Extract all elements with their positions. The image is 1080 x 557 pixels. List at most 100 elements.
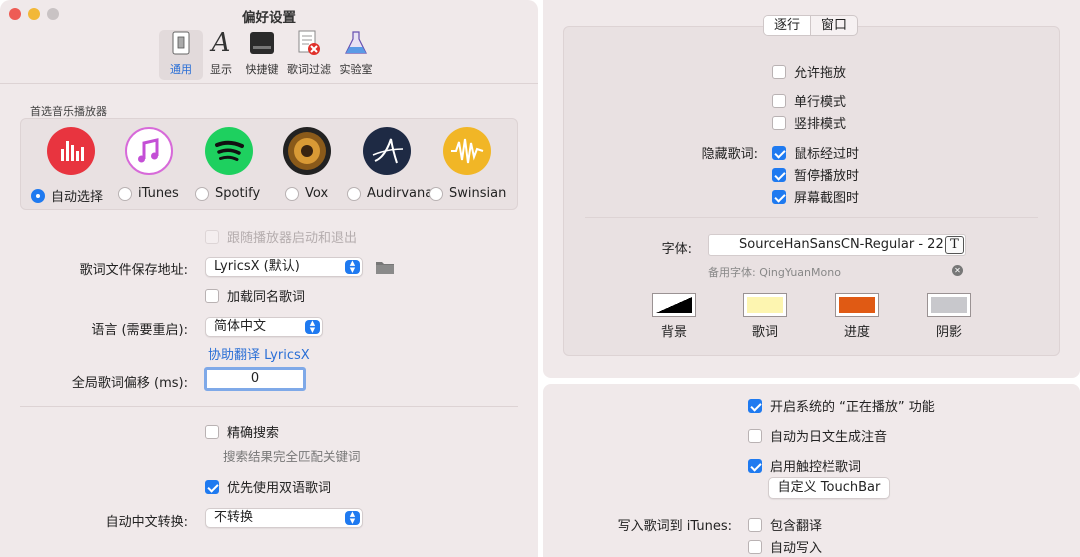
- toolbar-label: 通用: [170, 63, 192, 76]
- load-same-name-checkbox[interactable]: 加载同名歌词: [205, 286, 305, 305]
- checkbox-label: 优先使用双语歌词: [227, 481, 332, 496]
- player-option-spotify[interactable]: Spotify: [195, 186, 260, 201]
- help-translate-link[interactable]: 协助翻译 LyricsX: [208, 344, 310, 363]
- follow-player-checkbox[interactable]: 跟随播放器启动和退出: [205, 227, 357, 246]
- checkbox[interactable]: [772, 115, 786, 130]
- hide-on-hover-checkbox[interactable]: 鼠标经过时: [772, 143, 859, 162]
- progress-color-label: 进度: [843, 325, 870, 340]
- checkbox[interactable]: [772, 145, 786, 160]
- font-field[interactable]: SourceHanSansCN-Regular - 22: [708, 234, 966, 256]
- lyrics-color-well[interactable]: [743, 293, 787, 317]
- checkbox[interactable]: [772, 189, 786, 204]
- tab-window[interactable]: 窗口: [810, 16, 857, 35]
- precise-search-checkbox[interactable]: 精确搜索: [205, 422, 279, 441]
- offset-input[interactable]: 0: [204, 367, 306, 391]
- language-select[interactable]: 简体中文 ▲ ▼: [205, 317, 323, 337]
- auto-write-checkbox[interactable]: 自动写入: [748, 537, 822, 556]
- spotify-icon[interactable]: [205, 127, 253, 175]
- checkbox[interactable]: [748, 458, 762, 473]
- radio-swinsian[interactable]: [429, 186, 443, 201]
- checkbox-label: 鼠标经过时: [794, 147, 860, 162]
- progress-color-well[interactable]: [835, 293, 879, 317]
- vox-icon[interactable]: [283, 127, 331, 175]
- font-picker-icon[interactable]: T: [945, 236, 964, 254]
- checkbox-label: 包含翻译: [770, 519, 823, 534]
- touchbar-lyrics-checkbox[interactable]: 启用触控栏歌词: [748, 456, 861, 475]
- select-value: 简体中文: [214, 319, 267, 334]
- allow-drag-checkbox[interactable]: 允许拖放: [772, 62, 846, 81]
- checkbox-label: 跟随播放器启动和退出: [227, 231, 358, 246]
- furigana-checkbox[interactable]: 自动为日文生成注音: [748, 426, 887, 445]
- hide-on-pause-checkbox[interactable]: 暂停播放时: [772, 165, 859, 184]
- itunes-icon[interactable]: [125, 127, 173, 175]
- checkbox[interactable]: [748, 539, 762, 554]
- checkbox[interactable]: [772, 93, 786, 108]
- auto-select-icon[interactable]: [47, 127, 95, 175]
- select-value: 不转换: [214, 510, 254, 525]
- player-label: iTunes: [138, 186, 179, 201]
- player-label: Spotify: [215, 186, 261, 201]
- checkbox-label: 自动写入: [770, 541, 823, 556]
- select-value: LyricsX (默认): [214, 259, 300, 274]
- customize-touchbar-button[interactable]: 自定义 TouchBar: [768, 477, 890, 499]
- checkbox[interactable]: [205, 479, 219, 494]
- radio-audirvana[interactable]: [347, 186, 361, 201]
- checkbox[interactable]: [748, 517, 762, 532]
- checkbox-label: 允许拖放: [794, 66, 847, 81]
- filter-doc-icon: [296, 30, 322, 56]
- radio-itunes[interactable]: [118, 186, 132, 201]
- swinsian-icon[interactable]: [443, 127, 491, 175]
- progress-color-fill: [839, 297, 875, 313]
- checkbox-label: 启用触控栏歌词: [770, 460, 862, 475]
- checkbox[interactable]: [205, 288, 219, 303]
- checkbox[interactable]: [772, 64, 786, 79]
- chevron-updown-icon: ▲ ▼: [305, 320, 320, 334]
- toolbar-tab-general[interactable]: 通用: [159, 30, 203, 80]
- hide-on-screenshot-checkbox[interactable]: 屏幕截图时: [772, 187, 859, 206]
- font-a-icon: A: [211, 28, 231, 58]
- player-option-audirvana[interactable]: Audirvana: [347, 186, 433, 201]
- toolbar-label: 快捷键: [245, 63, 279, 76]
- lyrics-path-select[interactable]: LyricsX (默认) ▲ ▼: [205, 257, 363, 277]
- include-translation-checkbox[interactable]: 包含翻译: [748, 515, 822, 534]
- player-option-vox[interactable]: Vox: [285, 186, 328, 201]
- checkbox[interactable]: [205, 229, 219, 244]
- window-title: 偏好设置: [242, 10, 296, 26]
- folder-icon[interactable]: [375, 259, 395, 279]
- shadow-color-label: 阴影: [935, 325, 962, 340]
- vertical-mode-checkbox[interactable]: 竖排模式: [772, 113, 846, 132]
- radio-auto[interactable]: [31, 188, 45, 203]
- language-label: 语言 (需要重启):: [91, 323, 188, 338]
- checkbox[interactable]: [205, 424, 219, 439]
- toolbar-tab-shortcuts[interactable]: 快捷键: [240, 30, 284, 80]
- player-label: Audirvana: [367, 186, 434, 201]
- lyrics-color-label: 歌词: [751, 325, 778, 340]
- shadow-color-well[interactable]: [927, 293, 971, 317]
- prefer-bilingual-checkbox[interactable]: 优先使用双语歌词: [205, 477, 331, 496]
- toolbar-tab-lab[interactable]: 实验室: [334, 30, 378, 80]
- radio-vox[interactable]: [285, 186, 299, 201]
- player-option-itunes[interactable]: iTunes: [118, 186, 179, 201]
- toolbar-tab-display[interactable]: A 显示: [199, 28, 243, 80]
- background-color-well[interactable]: [652, 293, 696, 317]
- flask-icon: [343, 30, 369, 56]
- checkbox[interactable]: [748, 428, 762, 443]
- player-option-swinsian[interactable]: Swinsian: [429, 186, 506, 201]
- clear-icon[interactable]: ✕: [952, 265, 963, 276]
- chevron-updown-icon: ▲ ▼: [345, 511, 360, 525]
- radio-spotify[interactable]: [195, 186, 209, 201]
- single-line-checkbox[interactable]: 单行模式: [772, 91, 846, 110]
- now-playing-checkbox[interactable]: 开启系统的 “正在播放” 功能: [748, 396, 935, 415]
- section-divider: [20, 406, 518, 407]
- toolbar-tab-lyrics-filter[interactable]: 歌词过滤: [287, 30, 331, 80]
- audirvana-icon[interactable]: [363, 127, 411, 175]
- player-option-auto[interactable]: 自动选择: [31, 186, 103, 205]
- checkbox-label: 开启系统的 “正在播放” 功能: [770, 400, 935, 415]
- checkbox[interactable]: [772, 167, 786, 182]
- display-mode-tabs: 逐行 窗口: [763, 15, 859, 36]
- checkbox[interactable]: [748, 398, 762, 413]
- hide-lyrics-label: 隐藏歌词:: [701, 147, 758, 162]
- chinese-convert-select[interactable]: 不转换 ▲ ▼: [205, 508, 363, 528]
- player-section-title: 首选音乐播放器: [30, 105, 107, 118]
- tab-line-by-line[interactable]: 逐行: [764, 16, 811, 35]
